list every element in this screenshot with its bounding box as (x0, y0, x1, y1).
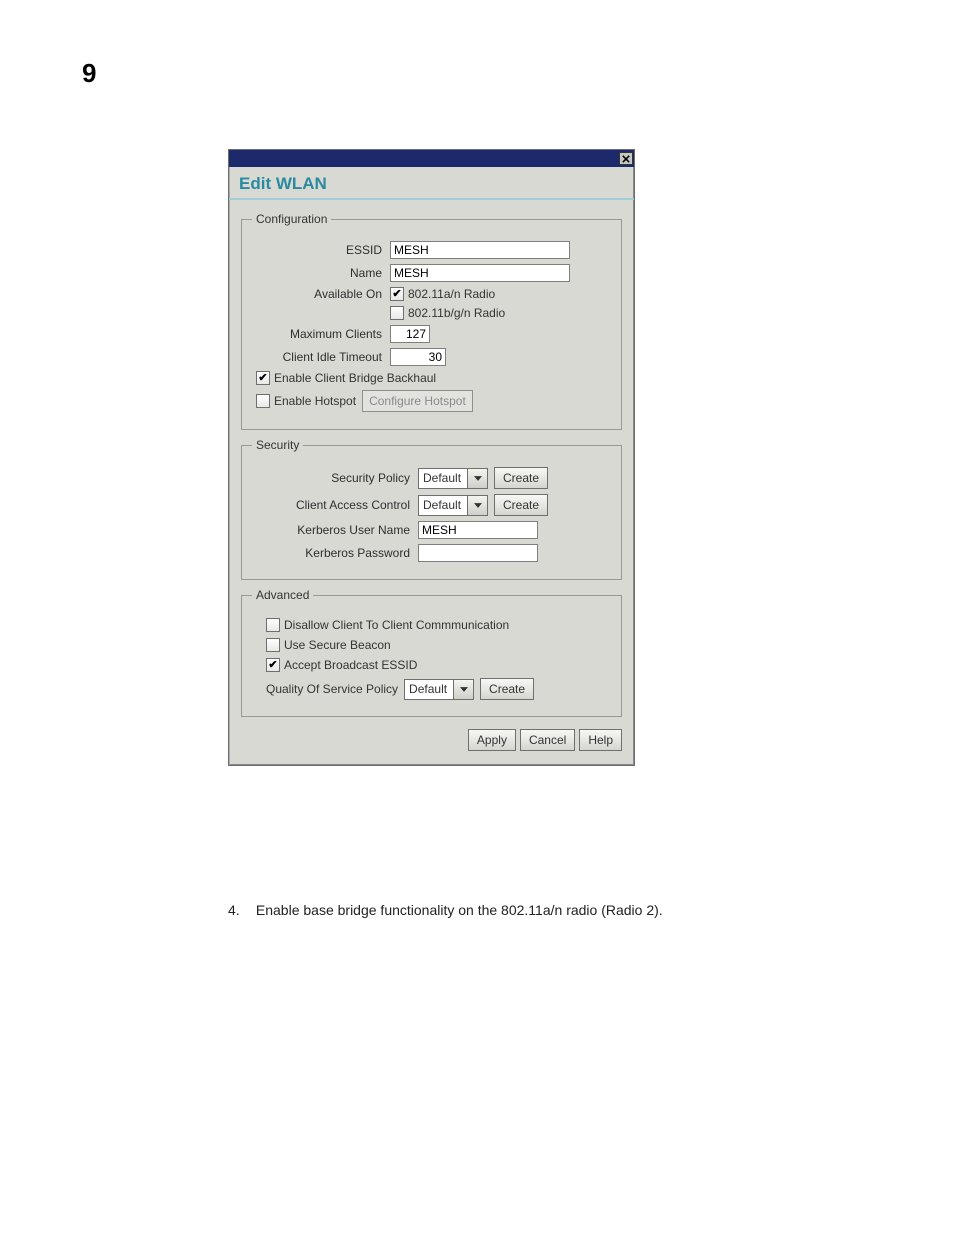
available-on-label: Available On (252, 287, 390, 301)
select-value: Default (405, 680, 453, 699)
essid-input[interactable] (390, 241, 570, 259)
idle-timeout-label: Client Idle Timeout (252, 350, 390, 364)
configure-hotspot-button: Configure Hotspot (362, 390, 473, 412)
help-button[interactable]: Help (579, 729, 622, 751)
kerberos-pw-label: Kerberos Password (252, 546, 418, 560)
instruction-number: 4. (228, 902, 252, 918)
checkbox-icon: ✔ (390, 287, 404, 301)
select-value: Default (419, 496, 467, 515)
chevron-down-icon (467, 496, 487, 515)
security-policy-create-button[interactable]: Create (494, 467, 548, 489)
enable-bridge-label: Enable Client Bridge Backhaul (274, 371, 436, 385)
acl-label: Client Access Control (252, 498, 418, 512)
checkbox-icon: ✔ (266, 658, 280, 672)
radio-b-checkbox[interactable]: 802.11b/g/n Radio (390, 306, 505, 320)
kerberos-user-label: Kerberos User Name (252, 523, 418, 537)
advanced-group: Advanced Disallow Client To Client Commm… (241, 588, 622, 717)
security-group: Security Security Policy Default Create … (241, 438, 622, 580)
acl-create-button[interactable]: Create (494, 494, 548, 516)
essid-label: ESSID (252, 243, 390, 257)
checkbox-icon: ✔ (256, 371, 270, 385)
apply-button[interactable]: Apply (468, 729, 516, 751)
select-value: Default (419, 469, 467, 488)
chevron-down-icon (467, 469, 487, 488)
enable-hotspot-checkbox[interactable]: Enable Hotspot (256, 394, 356, 408)
name-label: Name (252, 266, 390, 280)
security-legend: Security (252, 438, 303, 452)
accept-broadcast-label: Accept Broadcast ESSID (284, 658, 417, 672)
enable-bridge-checkbox[interactable]: ✔ Enable Client Bridge Backhaul (256, 371, 436, 385)
secure-beacon-label: Use Secure Beacon (284, 638, 391, 652)
close-icon (622, 150, 630, 168)
qos-label: Quality Of Service Policy (266, 682, 398, 696)
enable-hotspot-label: Enable Hotspot (274, 394, 356, 408)
disallow-c2c-checkbox[interactable]: Disallow Client To Client Commmunication (266, 618, 509, 632)
secure-beacon-checkbox[interactable]: Use Secure Beacon (266, 638, 391, 652)
advanced-legend: Advanced (252, 588, 313, 602)
max-clients-input[interactable] (390, 325, 430, 343)
kerberos-pw-input[interactable] (418, 544, 538, 562)
radio-a-checkbox[interactable]: ✔ 802.11a/n Radio (390, 287, 495, 301)
chevron-down-icon (453, 680, 473, 699)
close-button[interactable] (619, 152, 633, 165)
checkbox-icon (256, 394, 270, 408)
configuration-group: Configuration ESSID Name Available On ✔ … (241, 212, 622, 430)
security-policy-label: Security Policy (252, 471, 418, 485)
instruction-text: Enable base bridge functionality on the … (256, 902, 663, 918)
kerberos-user-input[interactable] (418, 521, 538, 539)
accept-broadcast-checkbox[interactable]: ✔ Accept Broadcast ESSID (266, 658, 417, 672)
security-policy-select[interactable]: Default (418, 468, 488, 489)
cancel-button[interactable]: Cancel (520, 729, 575, 751)
page-number: 9 (82, 58, 96, 89)
checkbox-icon (266, 638, 280, 652)
disallow-c2c-label: Disallow Client To Client Commmunication (284, 618, 509, 632)
max-clients-label: Maximum Clients (252, 327, 390, 341)
radio-a-label: 802.11a/n Radio (408, 287, 495, 301)
instruction-step: 4. Enable base bridge functionality on t… (228, 902, 663, 918)
name-input[interactable] (390, 264, 570, 282)
dialog-body: Configuration ESSID Name Available On ✔ … (229, 200, 634, 765)
radio-b-label: 802.11b/g/n Radio (408, 306, 505, 320)
idle-timeout-input[interactable] (390, 348, 446, 366)
titlebar (229, 150, 634, 167)
acl-select[interactable]: Default (418, 495, 488, 516)
edit-wlan-dialog: Edit WLAN Configuration ESSID Name Avail… (228, 149, 635, 766)
checkbox-icon (266, 618, 280, 632)
checkbox-icon (390, 306, 404, 320)
dialog-footer: Apply Cancel Help (241, 725, 622, 753)
qos-select[interactable]: Default (404, 679, 474, 700)
dialog-title: Edit WLAN (229, 167, 634, 200)
qos-create-button[interactable]: Create (480, 678, 534, 700)
configuration-legend: Configuration (252, 212, 331, 226)
